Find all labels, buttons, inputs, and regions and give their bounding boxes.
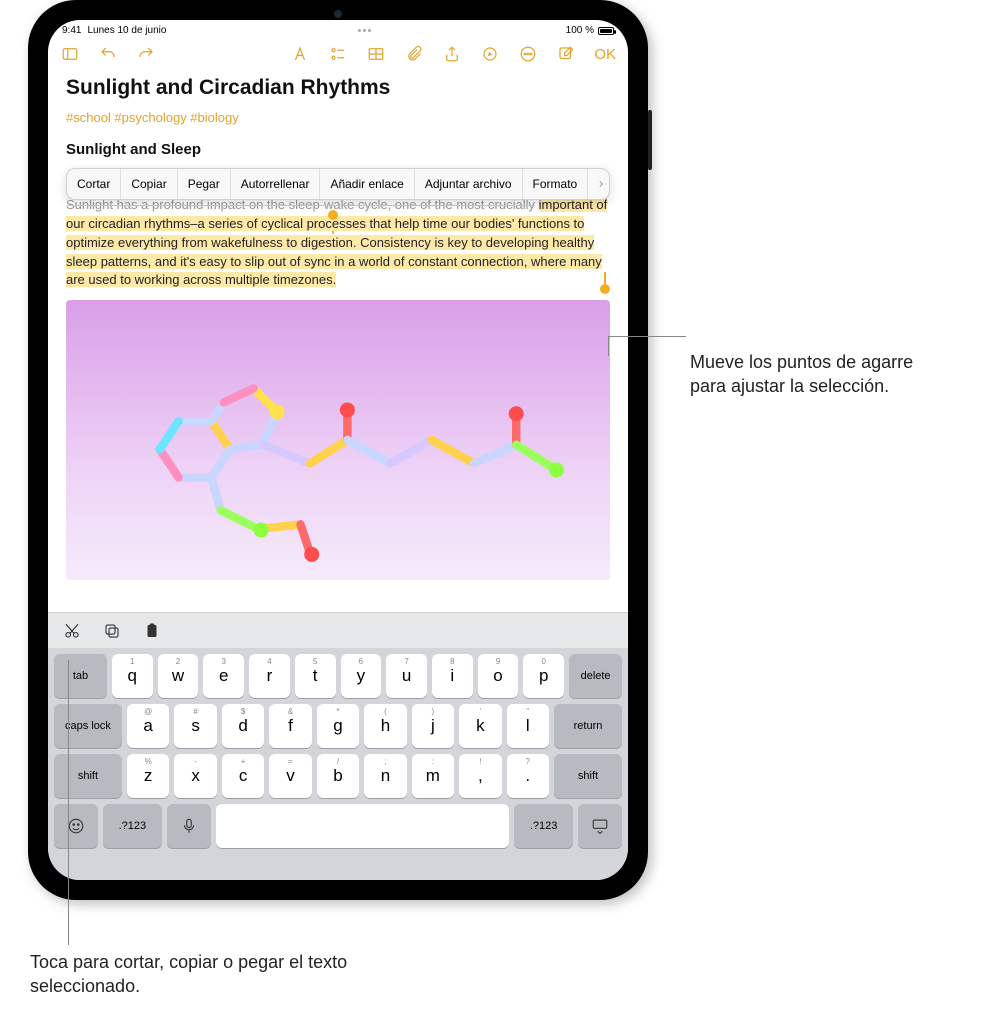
ipad-frame: 9:41 Lunes 10 de junio 100 % xyxy=(28,0,648,900)
key-capslock[interactable]: caps lock xyxy=(54,704,122,748)
table-icon[interactable] xyxy=(366,44,386,64)
key-numbers-right[interactable]: .?123 xyxy=(514,804,573,848)
callout-line-right xyxy=(608,336,686,337)
key-e[interactable]: 3e xyxy=(203,654,244,698)
key-d[interactable]: $d xyxy=(222,704,264,748)
menu-add-link[interactable]: Añadir enlace xyxy=(320,169,414,199)
battery-icon xyxy=(598,27,614,35)
key-r[interactable]: 4r xyxy=(249,654,290,698)
redo-icon[interactable] xyxy=(136,44,156,64)
key-m[interactable]: :m xyxy=(412,754,454,798)
key-emoji[interactable] xyxy=(54,804,98,848)
notes-toolbar: OK xyxy=(48,38,628,70)
menu-copy[interactable]: Copiar xyxy=(121,169,177,199)
done-button[interactable]: OK xyxy=(594,46,616,63)
text-format-icon[interactable] xyxy=(290,44,310,64)
key-g[interactable]: *g xyxy=(317,704,359,748)
key-numbers-left[interactable]: .?123 xyxy=(103,804,162,848)
key-hide-keyboard[interactable] xyxy=(578,804,622,848)
undo-icon[interactable] xyxy=(98,44,118,64)
key-h[interactable]: (h xyxy=(364,704,406,748)
note-image-molecule[interactable] xyxy=(66,300,610,580)
menu-paste[interactable]: Pegar xyxy=(178,169,231,199)
note-content[interactable]: Sunlight and Circadian Rhythms #school #… xyxy=(48,70,628,586)
note-title: Sunlight and Circadian Rhythms xyxy=(66,76,610,100)
compose-icon[interactable] xyxy=(556,44,576,64)
key-s[interactable]: #s xyxy=(174,704,216,748)
cut-icon[interactable] xyxy=(62,621,82,641)
menu-autofill[interactable]: Autorrellenar xyxy=(231,169,321,199)
callout-selection-handles: Mueve los puntos de agarre para ajustar … xyxy=(690,350,950,399)
key-v[interactable]: =v xyxy=(269,754,311,798)
key-z[interactable]: %z xyxy=(127,754,169,798)
keyboard-shortcut-bar xyxy=(48,612,628,648)
note-subtitle: Sunlight and Sleep xyxy=(66,141,610,158)
note-tags[interactable]: #school #psychology #biology xyxy=(66,110,610,125)
power-button xyxy=(648,110,652,170)
key-return[interactable]: return xyxy=(554,704,622,748)
copy-icon[interactable] xyxy=(102,621,122,641)
callout-cut-copy-paste: Toca para cortar, copiar o pegar el text… xyxy=(30,950,350,999)
attachment-icon[interactable] xyxy=(404,44,424,64)
key-j[interactable]: )j xyxy=(412,704,454,748)
status-date: Lunes 10 de junio xyxy=(87,25,166,36)
key-shift-right[interactable]: shift xyxy=(554,754,622,798)
key-tab[interactable]: tab xyxy=(54,654,107,698)
key-delete[interactable]: delete xyxy=(569,654,622,698)
key-i[interactable]: 8i xyxy=(432,654,473,698)
status-bar: 9:41 Lunes 10 de junio 100 % xyxy=(48,20,628,38)
markup-icon[interactable] xyxy=(480,44,500,64)
checklist-icon[interactable] xyxy=(328,44,348,64)
screen: 9:41 Lunes 10 de junio 100 % xyxy=(48,20,628,880)
menu-cut[interactable]: Cortar xyxy=(67,169,121,199)
paste-icon[interactable] xyxy=(142,621,162,641)
more-icon[interactable] xyxy=(518,44,538,64)
molecule-illustration xyxy=(66,300,610,580)
callout-line-right-v xyxy=(608,336,609,356)
key-l[interactable]: "l xyxy=(507,704,549,748)
key-dictate[interactable] xyxy=(167,804,211,848)
key-comma[interactable]: !, xyxy=(459,754,501,798)
key-c[interactable]: +c xyxy=(222,754,264,798)
key-q[interactable]: 1q xyxy=(112,654,153,698)
selection-handle-end[interactable] xyxy=(600,284,610,294)
multitask-dots[interactable] xyxy=(166,29,561,32)
menu-format[interactable]: Formato xyxy=(523,169,589,199)
battery-percent: 100 % xyxy=(566,25,594,36)
menu-more-icon[interactable] xyxy=(588,169,610,199)
status-time: 9:41 xyxy=(62,25,81,36)
key-period[interactable]: ?. xyxy=(507,754,549,798)
onscreen-keyboard: tab 1q 2w 3e 4r 5t 6y 7u 8i 9o 0p delete… xyxy=(48,648,628,880)
sidebar-toggle-icon[interactable] xyxy=(60,44,80,64)
key-n[interactable]: ;n xyxy=(364,754,406,798)
key-o[interactable]: 9o xyxy=(478,654,519,698)
key-shift-left[interactable]: shift xyxy=(54,754,122,798)
key-y[interactable]: 6y xyxy=(341,654,382,698)
key-u[interactable]: 7u xyxy=(386,654,427,698)
menu-attach-file[interactable]: Adjuntar archivo xyxy=(415,169,523,199)
selection-handle-start[interactable] xyxy=(328,210,338,220)
key-f[interactable]: &f xyxy=(269,704,311,748)
key-x[interactable]: -x xyxy=(174,754,216,798)
front-camera xyxy=(334,10,342,18)
selected-paragraph[interactable]: Sunlight has a profound impact on the sl… xyxy=(66,196,610,290)
key-b[interactable]: /b xyxy=(317,754,359,798)
share-icon[interactable] xyxy=(442,44,462,64)
text-selection-menu: Cortar Copiar Pegar Autorrellenar Añadir… xyxy=(66,168,610,200)
key-a[interactable]: @a xyxy=(127,704,169,748)
key-t[interactable]: 5t xyxy=(295,654,336,698)
key-space[interactable] xyxy=(216,804,510,848)
key-p[interactable]: 0p xyxy=(523,654,564,698)
key-w[interactable]: 2w xyxy=(158,654,199,698)
key-k[interactable]: 'k xyxy=(459,704,501,748)
callout-line-bottom xyxy=(68,660,69,945)
